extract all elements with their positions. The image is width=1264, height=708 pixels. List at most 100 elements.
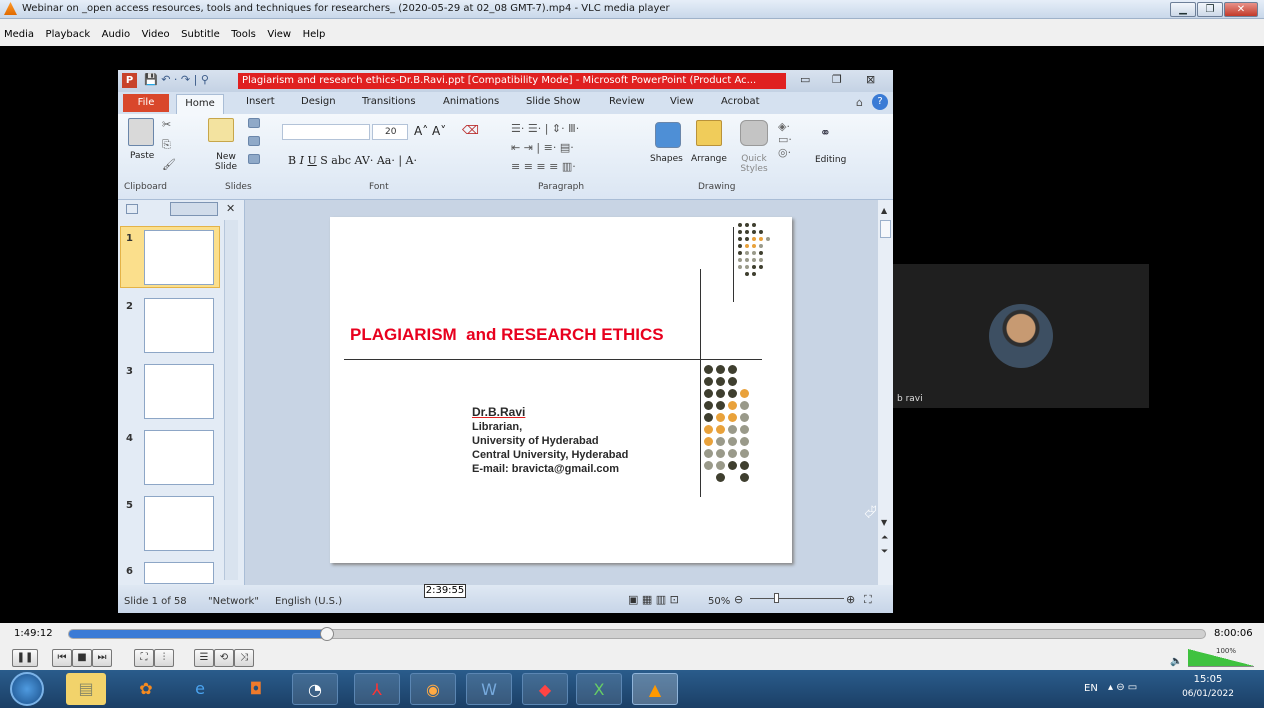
slide-thumbnail-4[interactable] bbox=[144, 430, 214, 485]
format-painter-icon[interactable]: 🖌 bbox=[162, 158, 176, 171]
grow-font-icon[interactable]: A˄ A˅ bbox=[414, 124, 446, 138]
scroll-down-icon[interactable]: ▼ bbox=[881, 518, 887, 527]
reset-icon[interactable] bbox=[248, 136, 260, 146]
scroll-up-icon[interactable]: ▲ bbox=[881, 206, 887, 215]
font-format-icons[interactable]: B I U S abc AV· Aa· | A· bbox=[288, 154, 417, 167]
media-player-icon[interactable]: ◔ bbox=[292, 673, 338, 705]
seek-bar-thumb[interactable] bbox=[319, 627, 334, 641]
shuffle-button[interactable]: ⤨ bbox=[234, 649, 254, 667]
paste-icon[interactable] bbox=[128, 118, 154, 146]
pane-close-icon[interactable]: ✕ bbox=[226, 202, 235, 215]
ppt-close-button[interactable]: ⊠ bbox=[866, 73, 875, 86]
internet-explorer-icon[interactable]: e bbox=[180, 673, 220, 705]
scroll-thumb[interactable] bbox=[880, 220, 891, 238]
shapes-button[interactable]: Shapes bbox=[650, 154, 683, 164]
playlist-button[interactable]: ☰ bbox=[194, 649, 214, 667]
quick-access-icons[interactable]: 💾 ↶ · ↷ | ⚲ bbox=[144, 73, 209, 86]
clock-date[interactable]: 06/01/2022 bbox=[1180, 689, 1236, 699]
seek-bar[interactable] bbox=[68, 627, 1206, 641]
menu-help[interactable]: Help bbox=[303, 29, 326, 40]
new-slide-button[interactable]: New Slide bbox=[212, 152, 240, 172]
office-icon[interactable]: ◘ bbox=[236, 673, 276, 705]
ppt-minimize-button[interactable]: ▭ bbox=[800, 73, 810, 86]
slide-vertical-scrollbar[interactable]: ▲ ▼ ⏶ ⏷ bbox=[878, 200, 893, 585]
zoom-in-icon[interactable]: ⊕ bbox=[846, 593, 855, 606]
tab-animations[interactable]: Animations bbox=[443, 96, 499, 107]
editing-button[interactable]: Editing bbox=[815, 155, 846, 165]
clear-format-icon[interactable]: ⌫ bbox=[462, 123, 479, 137]
vlc-taskbar-icon[interactable]: ▲ bbox=[632, 673, 678, 705]
anydesk-icon[interactable]: ◆ bbox=[522, 673, 568, 705]
word-icon[interactable]: W bbox=[466, 673, 512, 705]
tab-transitions[interactable]: Transitions bbox=[362, 96, 416, 107]
pause-button[interactable]: ❚❚ bbox=[12, 649, 38, 667]
menu-media[interactable]: Media bbox=[4, 29, 34, 40]
paste-button[interactable]: Paste bbox=[130, 151, 154, 161]
previous-button[interactable]: ⏮ bbox=[52, 649, 72, 667]
next-button[interactable]: ⏭ bbox=[92, 649, 112, 667]
acrobat-icon[interactable]: ⅄ bbox=[354, 673, 400, 705]
menu-playback[interactable]: Playback bbox=[46, 29, 91, 40]
cut-icon[interactable]: ✂ bbox=[162, 118, 171, 131]
slides-tab-icon[interactable] bbox=[126, 204, 138, 214]
ribbon-collapse-icon[interactable]: ⌂ bbox=[856, 96, 863, 109]
next-slide-icon[interactable]: ⏷ bbox=[881, 547, 888, 557]
layout-icon[interactable] bbox=[248, 118, 260, 128]
minimize-button[interactable]: ▁ bbox=[1170, 2, 1196, 17]
menu-view[interactable]: View bbox=[267, 29, 291, 40]
tab-view[interactable]: View bbox=[670, 96, 694, 107]
slide-thumbnail-3[interactable] bbox=[144, 364, 214, 419]
chrome-icon[interactable]: ◉ bbox=[410, 673, 456, 705]
app-icon[interactable]: ✿ bbox=[126, 673, 166, 705]
start-button[interactable] bbox=[10, 672, 44, 706]
font-name-box[interactable] bbox=[282, 124, 370, 140]
arrange-button[interactable]: Arrange bbox=[691, 154, 727, 164]
outline-tab-icon[interactable] bbox=[170, 202, 218, 216]
zoom-slider[interactable] bbox=[750, 598, 844, 599]
align-icons[interactable]: ≡ ≡ ≡ ≡ ▥· bbox=[511, 160, 576, 173]
quick-styles-icon[interactable] bbox=[740, 120, 768, 146]
close-button[interactable]: ✕ bbox=[1224, 2, 1258, 17]
shapes-icon[interactable] bbox=[655, 122, 681, 148]
tab-review[interactable]: Review bbox=[609, 96, 645, 107]
fullscreen-button[interactable]: ⛶ bbox=[134, 649, 154, 667]
zoom-slider-thumb[interactable] bbox=[774, 593, 779, 603]
explorer-icon[interactable]: ▤ bbox=[66, 673, 106, 705]
previous-slide-icon[interactable]: ⏶ bbox=[881, 533, 888, 543]
tab-insert[interactable]: Insert bbox=[246, 96, 275, 107]
new-slide-icon[interactable] bbox=[208, 118, 234, 142]
zoom-level[interactable]: 50% bbox=[708, 596, 730, 607]
slide-canvas[interactable]: PLAGIARISM and RESEARCH ETHICS Dr.B.Ravi… bbox=[330, 217, 792, 563]
font-size-box[interactable]: 20 bbox=[372, 124, 408, 140]
quick-styles-button[interactable]: Quick Styles bbox=[736, 154, 772, 174]
language-indicator[interactable]: English (U.S.) bbox=[275, 596, 342, 607]
slide-thumbnail-2[interactable] bbox=[144, 298, 214, 353]
menu-video[interactable]: Video bbox=[142, 29, 170, 40]
fit-to-window-icon[interactable]: ⛶ bbox=[864, 593, 872, 607]
tray-icons[interactable]: ▴ ⊖ ▭ bbox=[1108, 682, 1137, 693]
loop-button[interactable]: ⟲ bbox=[214, 649, 234, 667]
thumb-scrollbar[interactable] bbox=[224, 220, 238, 580]
binoculars-icon[interactable]: ⚭ bbox=[820, 126, 831, 141]
section-icon[interactable] bbox=[248, 154, 260, 164]
maximize-button[interactable]: ❐ bbox=[1197, 2, 1223, 17]
help-icon[interactable]: ? bbox=[872, 94, 888, 110]
shape-fill-icons[interactable]: ◈· ▭· ◎· bbox=[778, 120, 792, 159]
ppt-restore-button[interactable]: ❐ bbox=[832, 73, 842, 86]
stop-button[interactable]: ■ bbox=[72, 649, 92, 667]
slide-thumbnail-1[interactable] bbox=[144, 230, 214, 285]
copy-icon[interactable]: ⎘ bbox=[162, 138, 171, 152]
extended-settings-button[interactable]: ⫶ bbox=[154, 649, 174, 667]
slide-thumbnail-6[interactable] bbox=[144, 562, 214, 584]
excel-icon[interactable]: X bbox=[576, 673, 622, 705]
view-buttons-icons[interactable]: ▣ ▦ ▥ ⊡ bbox=[628, 593, 679, 606]
clock-time[interactable]: 15:05 bbox=[1180, 674, 1236, 685]
menu-tools[interactable]: Tools bbox=[231, 29, 256, 40]
indent-icon[interactable]: ⇤ ⇥ | ≡· ▤· bbox=[511, 141, 574, 154]
speaker-icon[interactable]: 🔈 bbox=[1170, 656, 1182, 667]
arrange-icon[interactable] bbox=[696, 120, 722, 146]
zoom-out-icon[interactable]: ⊖ bbox=[734, 593, 743, 606]
menu-audio[interactable]: Audio bbox=[102, 29, 130, 40]
bullets-icon[interactable]: ☰· ☰· | ⇕· Ⅲ· bbox=[511, 122, 579, 135]
tab-acrobat[interactable]: Acrobat bbox=[721, 96, 760, 107]
